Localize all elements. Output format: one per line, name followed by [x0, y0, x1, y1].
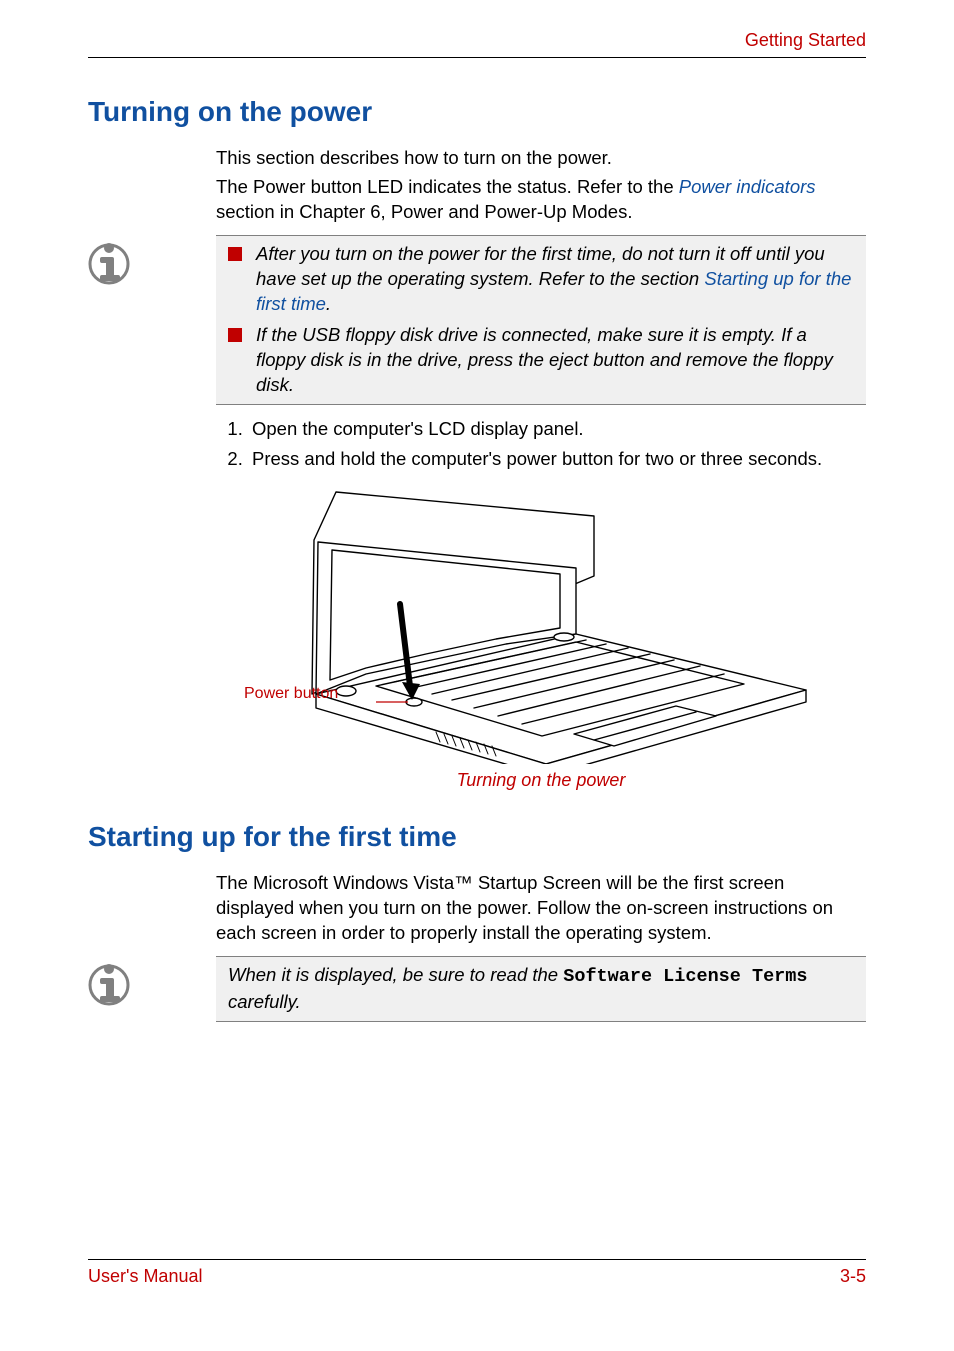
- starting-up-paragraph: The Microsoft Windows Vista™ Startup Scr…: [216, 871, 866, 946]
- text-fragment: section in Chapter 6, Power and Power-Up…: [216, 201, 632, 222]
- link-power-indicators[interactable]: Power indicators: [679, 176, 816, 197]
- bullet-square-icon: [228, 328, 242, 342]
- software-license-terms: Software License Terms: [563, 966, 807, 987]
- step-2: Press and hold the computer's power butt…: [248, 445, 866, 474]
- intro-paragraph-1: This section describes how to turn on th…: [216, 146, 866, 171]
- info-icon: [88, 962, 130, 1010]
- text-fragment: The Power button LED indicates the statu…: [216, 176, 679, 197]
- note-bullet-2: If the USB floppy disk drive is connecte…: [228, 323, 858, 398]
- laptop-illustration: [246, 484, 836, 764]
- intro-paragraph-2: The Power button LED indicates the statu…: [216, 175, 866, 225]
- note-bullet-1: After you turn on the power for the firs…: [228, 242, 858, 317]
- heading-turning-on-power: Turning on the power: [88, 96, 866, 128]
- bullet-square-icon: [228, 247, 242, 261]
- footer-manual-title: User's Manual: [88, 1266, 202, 1287]
- heading-starting-up: Starting up for the first time: [88, 821, 866, 853]
- info-icon: [88, 241, 130, 289]
- figure-callout-power-button: Power button: [244, 685, 338, 703]
- page-footer: User's Manual 3-5: [88, 1259, 866, 1287]
- steps-list: Open the computer's LCD display panel. P…: [216, 415, 866, 474]
- chapter-title: Getting Started: [745, 30, 866, 50]
- footer-page-number: 3-5: [840, 1266, 866, 1287]
- chapter-header: Getting Started: [88, 30, 866, 58]
- step-1: Open the computer's LCD display panel.: [248, 415, 866, 444]
- text-fragment: If the USB floppy disk drive is connecte…: [256, 323, 858, 398]
- figure-caption: Turning on the power: [216, 770, 866, 791]
- info-note-1: After you turn on the power for the firs…: [88, 235, 866, 405]
- info-note-2: When it is displayed, be sure to read th…: [88, 956, 866, 1046]
- text-fragment: .: [326, 293, 331, 314]
- text-fragment: carefully.: [228, 991, 301, 1012]
- text-fragment: When it is displayed, be sure to read th…: [228, 964, 563, 985]
